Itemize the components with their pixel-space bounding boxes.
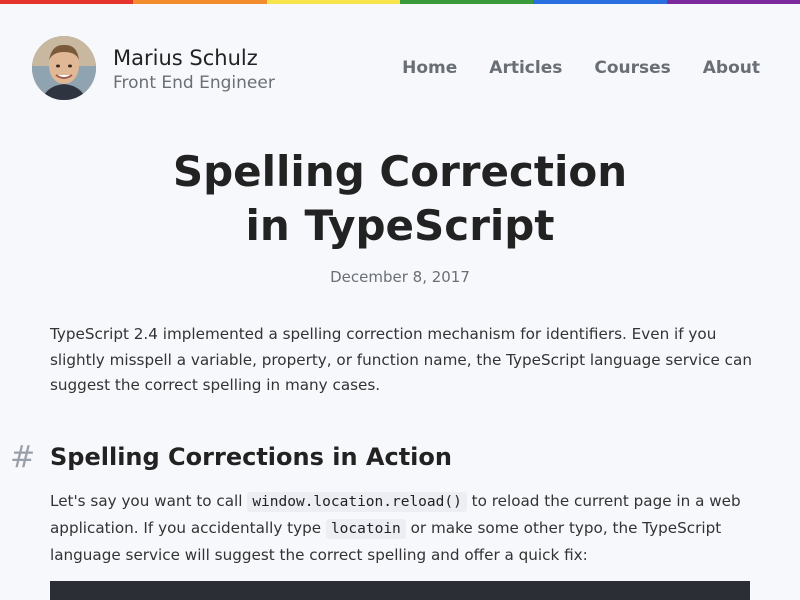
article-title-line-1: Spelling Correction — [172, 147, 628, 196]
article-title: Spelling Correction in TypeScript — [0, 145, 800, 253]
rainbow-segment — [133, 0, 267, 4]
nav-item-home[interactable]: Home — [402, 58, 457, 78]
section-heading: # Spelling Corrections in Action — [10, 440, 750, 476]
main-nav: Home Articles Courses About — [402, 58, 760, 78]
article-title-line-2: in TypeScript — [245, 201, 555, 250]
author-avatar-icon — [32, 36, 96, 100]
nav-item-about[interactable]: About — [703, 58, 760, 78]
inline-code-locatoin: locatoin — [325, 519, 406, 539]
avatar[interactable] — [32, 36, 96, 100]
inline-code-reload: window.location.reload() — [247, 492, 467, 512]
body-text-1: Let's say you want to call — [50, 492, 248, 510]
author-role: Front End Engineer — [113, 73, 275, 93]
code-block — [50, 581, 750, 600]
rainbow-segment — [666, 0, 800, 4]
author-name[interactable]: Marius Schulz — [113, 46, 258, 70]
nav-item-articles[interactable]: Articles — [489, 58, 562, 78]
post-date: December 8, 2017 — [330, 268, 470, 286]
rainbow-segment — [533, 0, 667, 4]
rainbow-segment — [399, 0, 534, 4]
nav-item-courses[interactable]: Courses — [594, 58, 670, 78]
body-paragraph: Let's say you want to call window.locati… — [50, 488, 760, 568]
article-content: TypeScript 2.4 implemented a spelling co… — [50, 322, 760, 399]
heading-anchor-link[interactable]: # — [10, 440, 35, 475]
rainbow-segment — [0, 0, 134, 4]
rainbow-segment — [266, 0, 400, 4]
site-header: Marius Schulz Front End Engineer Home Ar… — [32, 36, 768, 100]
section-title: Spelling Corrections in Action — [50, 443, 452, 471]
rainbow-bar — [0, 0, 800, 4]
intro-paragraph: TypeScript 2.4 implemented a spelling co… — [50, 325, 752, 394]
